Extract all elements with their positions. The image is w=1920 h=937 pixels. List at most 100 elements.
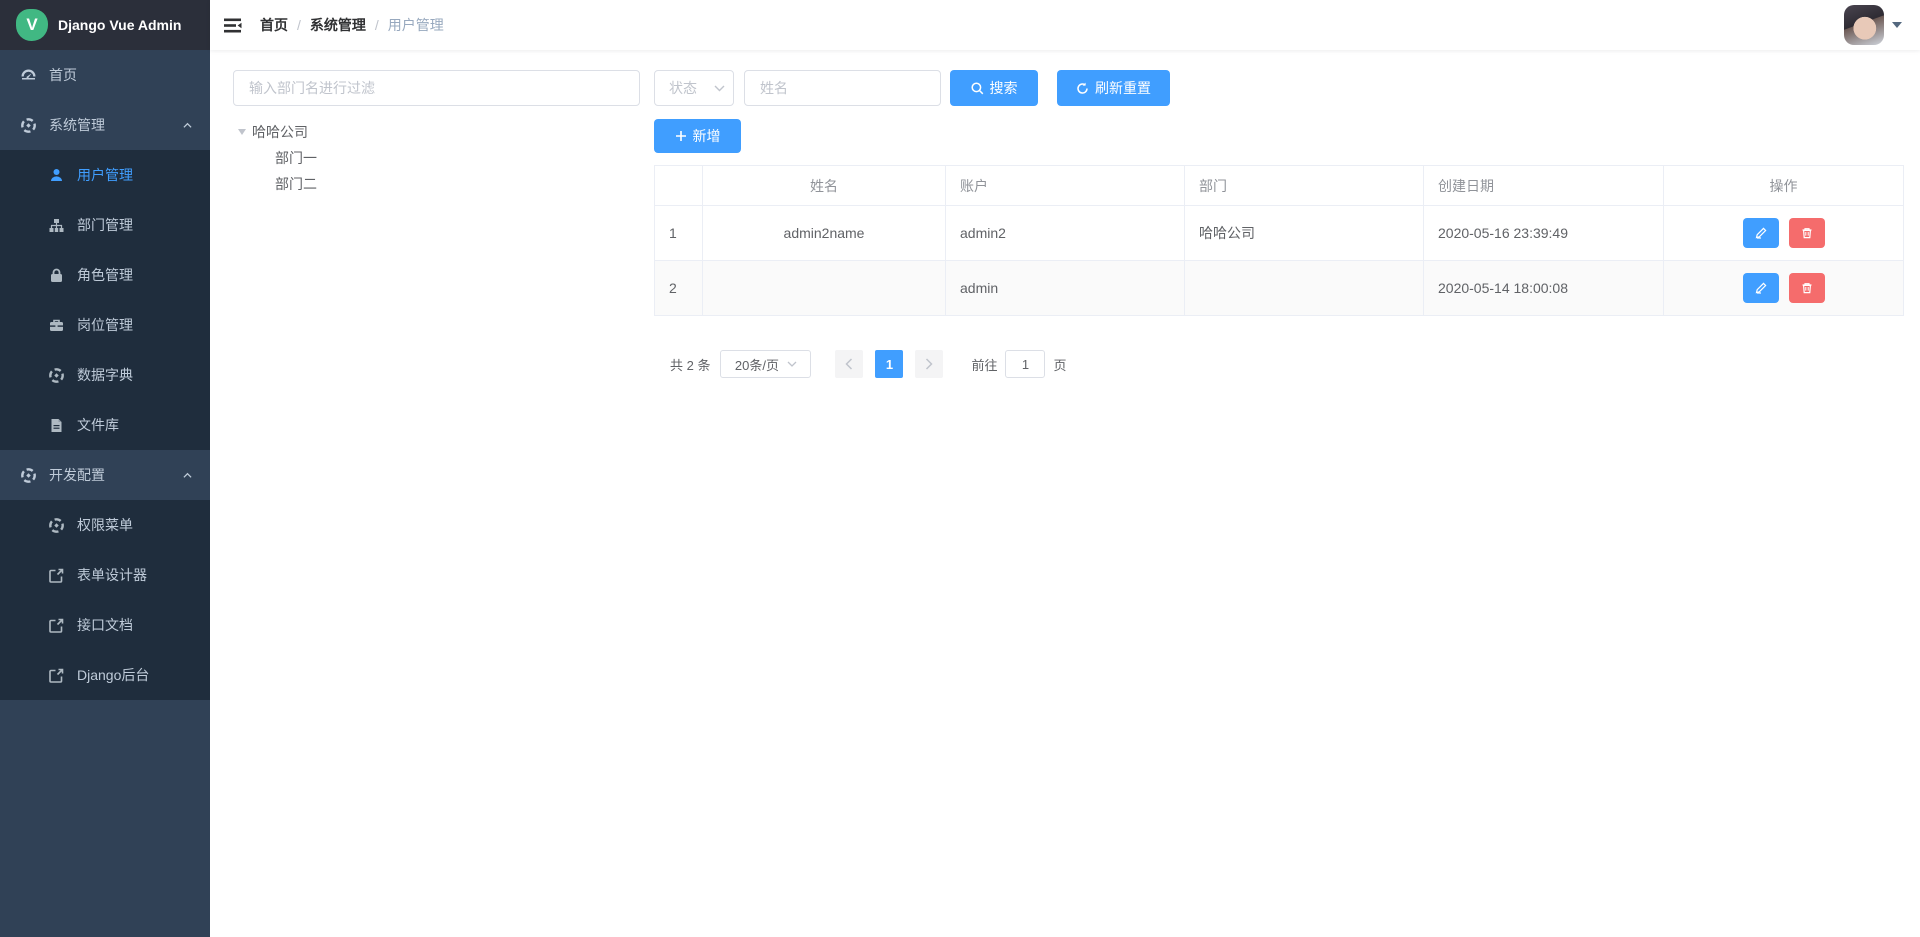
sidebar-item-posts[interactable]: 岗位管理	[0, 300, 210, 350]
prev-page-button[interactable]	[835, 350, 863, 378]
chevron-right-icon	[925, 358, 933, 370]
sidebar-item-dictionary[interactable]: 数据字典	[0, 350, 210, 400]
permission-icon	[48, 517, 65, 534]
chevron-up-icon	[183, 471, 192, 480]
row-actions	[1664, 218, 1903, 248]
tree-node-dept2[interactable]: 部门二	[233, 171, 640, 197]
cell-index: 2	[655, 261, 703, 316]
breadcrumb-home[interactable]: 首页	[260, 15, 288, 35]
trash-icon	[1801, 282, 1813, 294]
tree-expand-icon[interactable]	[238, 129, 246, 135]
user-icon	[48, 167, 65, 184]
chevron-down-icon	[714, 85, 725, 92]
sidebar-item-files[interactable]: 文件库	[0, 400, 210, 450]
sidebar-item-permission-menu[interactable]: 权限菜单	[0, 500, 210, 550]
edit-pencil-icon	[1755, 227, 1767, 239]
external-link-icon	[48, 617, 65, 634]
col-header-created: 创建日期	[1424, 166, 1664, 206]
sidebar-item-label: 系统管理	[49, 115, 105, 135]
component-icon	[20, 117, 37, 134]
dashboard-icon	[20, 67, 37, 84]
sidebar-item-label: 开发配置	[49, 465, 105, 485]
sidebar-item-label: 文件库	[77, 415, 119, 435]
search-button[interactable]: 搜索	[950, 70, 1038, 106]
edit-button[interactable]	[1743, 273, 1779, 303]
pagination-goto-label: 前往	[971, 355, 997, 374]
app-title: Django Vue Admin	[58, 17, 181, 33]
app-logo-icon: V	[16, 9, 48, 41]
external-link-icon	[48, 667, 65, 684]
sidebar-item-api-docs[interactable]: 接口文档	[0, 600, 210, 650]
col-header-account: 账户	[946, 166, 1185, 206]
cell-created: 2020-05-16 23:39:49	[1424, 206, 1664, 261]
col-header-index	[655, 166, 703, 206]
page-number-button[interactable]: 1	[875, 350, 903, 378]
plus-icon	[675, 130, 687, 142]
logo-bar[interactable]: V Django Vue Admin	[0, 0, 210, 50]
sidebar-item-form-designer[interactable]: 表单设计器	[0, 550, 210, 600]
sidebar-item-label: 权限菜单	[77, 515, 133, 535]
cell-account: admin	[946, 261, 1185, 316]
cell-created: 2020-05-14 18:00:08	[1424, 261, 1664, 316]
users-table: 姓名 账户 部门 创建日期 操作 1 admin2name ad	[654, 165, 1904, 316]
breadcrumb-separator: /	[375, 17, 379, 33]
filter-toolbar: 状态 搜索 刷新重置	[654, 70, 1903, 106]
cell-dept	[1185, 261, 1424, 316]
add-button-label: 新增	[693, 126, 721, 146]
navbar: 首页 / 系统管理 / 用户管理	[210, 0, 1920, 50]
cell-index: 1	[655, 206, 703, 261]
refresh-reset-button[interactable]: 刷新重置	[1057, 70, 1170, 106]
page-size-select[interactable]: 20条/页	[720, 350, 811, 378]
chevron-up-icon	[183, 121, 192, 130]
sidebar-item-label: 用户管理	[77, 165, 133, 185]
component-icon	[20, 467, 37, 484]
hamburger-fold-icon	[223, 17, 242, 34]
breadcrumb-current: 用户管理	[388, 15, 444, 35]
tree-node-label: 部门二	[275, 174, 317, 194]
sidebar-item-users[interactable]: 用户管理	[0, 150, 210, 200]
sidebar-item-devconfig[interactable]: 开发配置	[0, 450, 210, 500]
sidebar-menu: 首页 系统管理 用户管理 部门管理	[0, 50, 210, 937]
tree-node-label: 哈哈公司	[252, 122, 308, 142]
cell-name	[703, 261, 946, 316]
search-icon	[971, 82, 984, 95]
sidebar-item-label: Django后台	[77, 665, 149, 685]
col-header-name: 姓名	[703, 166, 946, 206]
name-filter-input[interactable]	[744, 70, 941, 106]
breadcrumb-separator: /	[297, 17, 301, 33]
user-avatar[interactable]	[1844, 5, 1884, 45]
tree-node-company[interactable]: 哈哈公司	[233, 119, 640, 145]
lock-icon	[48, 267, 65, 284]
chevron-down-icon	[787, 361, 797, 367]
delete-button[interactable]	[1789, 218, 1825, 248]
navbar-user-menu[interactable]	[1844, 5, 1902, 45]
pagination-page-unit: 页	[1053, 355, 1066, 374]
status-select[interactable]: 状态	[654, 70, 734, 106]
org-tree-icon	[48, 217, 65, 234]
edit-button[interactable]	[1743, 218, 1779, 248]
delete-button[interactable]	[1789, 273, 1825, 303]
app-root: V Django Vue Admin 首页 系统管理	[0, 0, 1920, 937]
pagination-total: 共 2 条	[670, 355, 710, 374]
department-filter-input[interactable]	[233, 70, 640, 106]
goto-page-input[interactable]	[1005, 350, 1045, 378]
table-row: 1 admin2name admin2 哈哈公司 2020-05-16 23:3…	[655, 206, 1904, 261]
file-icon	[48, 417, 65, 434]
sidebar-toggle-button[interactable]	[210, 0, 252, 50]
sidebar-item-home[interactable]: 首页	[0, 50, 210, 100]
next-page-button[interactable]	[915, 350, 943, 378]
sidebar-item-system[interactable]: 系统管理	[0, 100, 210, 150]
briefcase-icon	[48, 317, 65, 334]
caret-down-icon[interactable]	[1892, 22, 1902, 28]
sidebar-item-django-admin[interactable]: Django后台	[0, 650, 210, 700]
page-size-value: 20条/页	[735, 355, 779, 374]
dict-icon	[48, 367, 65, 384]
add-button[interactable]: 新增	[654, 119, 741, 153]
tree-node-dept1[interactable]: 部门一	[233, 145, 640, 171]
sidebar-item-departments[interactable]: 部门管理	[0, 200, 210, 250]
cell-dept: 哈哈公司	[1185, 206, 1424, 261]
sidebar-item-roles[interactable]: 角色管理	[0, 250, 210, 300]
trash-icon	[1801, 227, 1813, 239]
cell-name: admin2name	[703, 206, 946, 261]
department-tree: 哈哈公司 部门一 部门二	[233, 119, 640, 197]
